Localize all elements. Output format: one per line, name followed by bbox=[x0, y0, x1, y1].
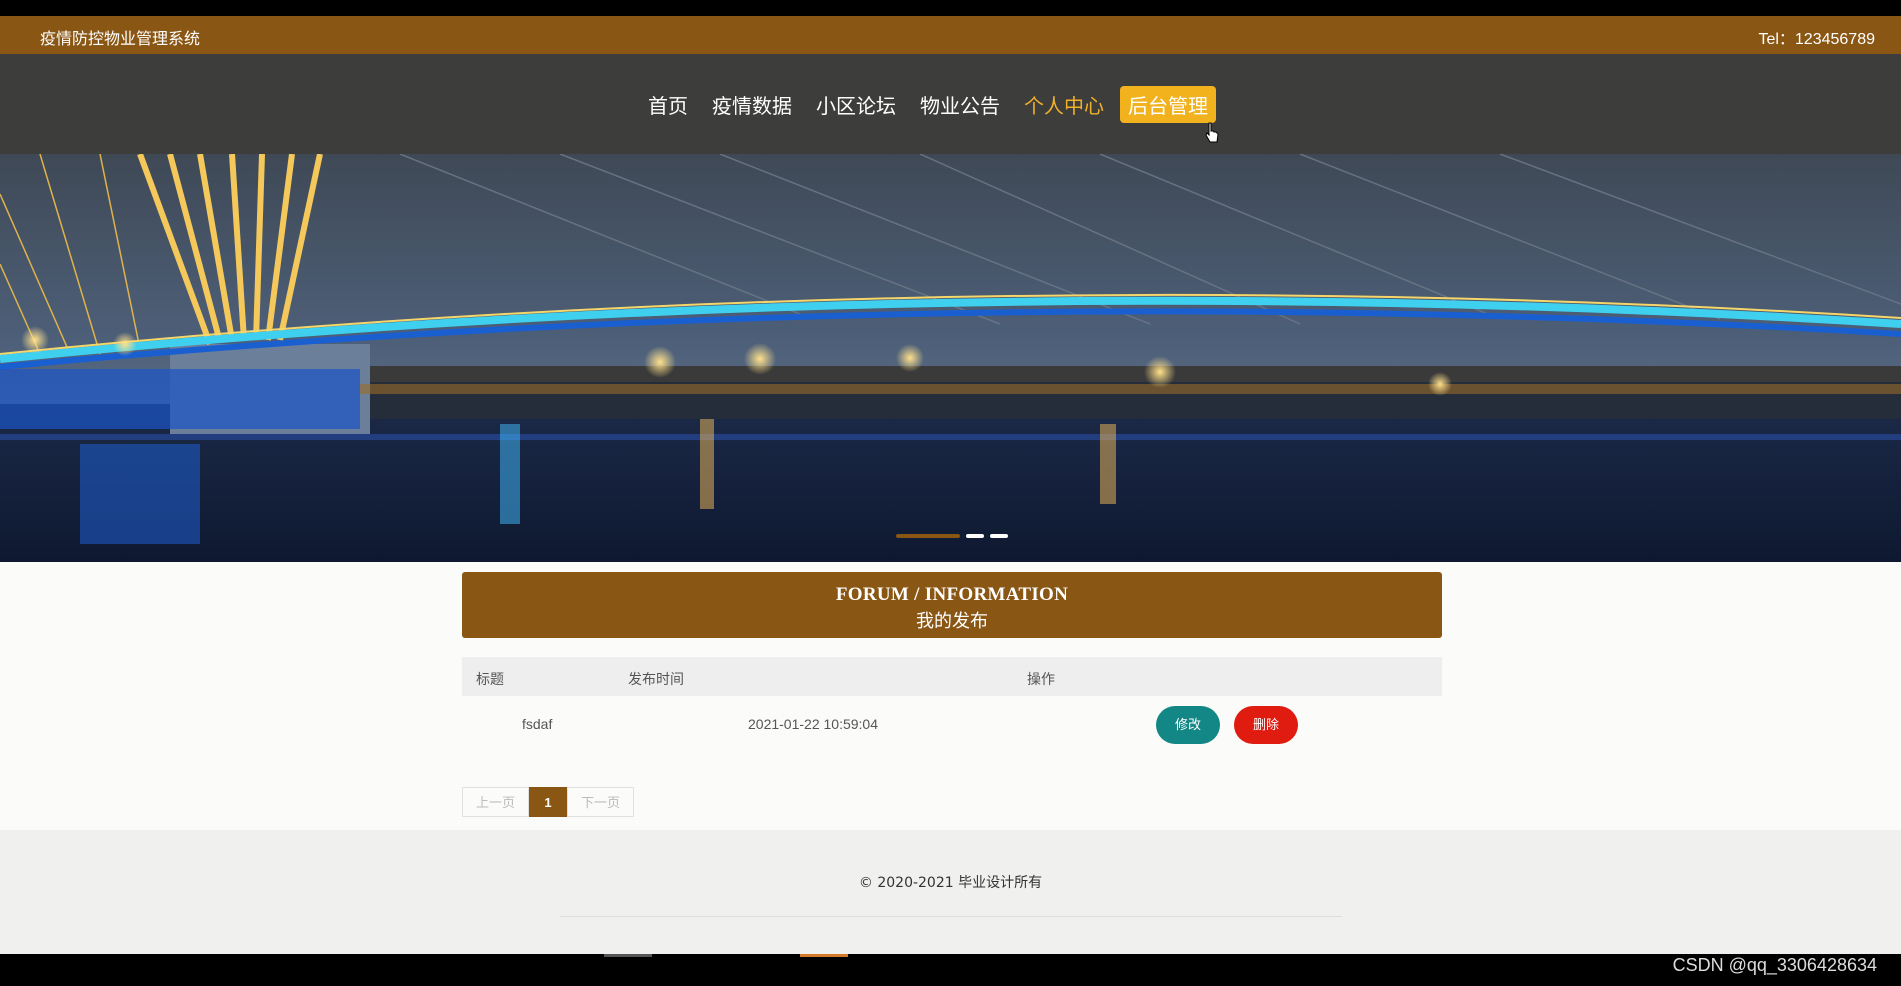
banner-image bbox=[0, 154, 1901, 562]
mouse-pointer-icon bbox=[1205, 122, 1219, 143]
pagination: 上一页 1 下一页 bbox=[462, 787, 634, 817]
prev-page-button[interactable]: 上一页 bbox=[462, 787, 529, 817]
nav-item-epidemic-data[interactable]: 疫情数据 bbox=[704, 86, 800, 123]
watermark: CSDN @qq_3306428634 bbox=[1672, 955, 1877, 975]
nav-item-announcements[interactable]: 物业公告 bbox=[912, 86, 1008, 123]
banner-slider[interactable] bbox=[0, 154, 1901, 562]
page-1-button[interactable]: 1 bbox=[529, 787, 567, 817]
column-header-time: 发布时间 bbox=[628, 671, 684, 687]
nav-item-personal-center[interactable]: 个人中心 bbox=[1016, 86, 1112, 123]
slide-dot-2[interactable] bbox=[966, 534, 984, 538]
section-title-zh: 我的发布 bbox=[916, 611, 988, 632]
post-title[interactable]: fsdaf bbox=[522, 716, 552, 732]
table-row: fsdaf 2021-01-22 10:59:04 修改 删除 bbox=[462, 696, 1442, 752]
site-name: 疫情防控物业管理系统 bbox=[40, 31, 201, 48]
copyright: © 2020-2021 毕业设计所有 bbox=[858, 875, 1043, 891]
section-title-en: FORUM / INFORMATION bbox=[835, 584, 1069, 605]
nav-item-admin[interactable]: 后台管理 bbox=[1120, 86, 1216, 123]
slide-dot-1[interactable] bbox=[896, 534, 960, 538]
top-bar: 疫情防控物业管理系统 Tel：123456789 bbox=[0, 16, 1901, 54]
post-time: 2021-01-22 10:59:04 bbox=[748, 716, 878, 732]
next-page-button[interactable]: 下一页 bbox=[567, 787, 634, 817]
nav-item-forum[interactable]: 小区论坛 bbox=[808, 86, 904, 123]
column-header-actions: 操作 bbox=[1027, 671, 1055, 687]
delete-button[interactable]: 删除 bbox=[1234, 706, 1298, 744]
strip-mark bbox=[604, 954, 652, 957]
edit-button[interactable]: 修改 bbox=[1156, 706, 1220, 744]
nav-item-home[interactable]: 首页 bbox=[640, 86, 696, 123]
video-bottom-strip bbox=[0, 954, 1901, 986]
main-nav: 首页 疫情数据 小区论坛 物业公告 个人中心 后台管理 bbox=[0, 54, 1901, 154]
page: 疫情防控物业管理系统 Tel：123456789 首页 疫情数据 小区论坛 物业… bbox=[0, 16, 1901, 956]
phone-number: Tel：123456789 bbox=[1758, 31, 1875, 48]
slide-dot-3[interactable] bbox=[990, 534, 1008, 538]
table-header: 标题 发布时间 操作 bbox=[462, 657, 1442, 696]
slide-indicators bbox=[896, 534, 1008, 538]
section-header: FORUM / INFORMATION 我的发布 bbox=[462, 572, 1442, 638]
footer: © 2020-2021 毕业设计所有 bbox=[0, 830, 1901, 956]
column-header-title: 标题 bbox=[476, 671, 504, 687]
posts-table: 标题 发布时间 操作 fsdaf 2021-01-22 10:59:04 修改 … bbox=[462, 657, 1442, 752]
footer-divider bbox=[560, 916, 1342, 917]
strip-mark-accent bbox=[800, 954, 848, 957]
